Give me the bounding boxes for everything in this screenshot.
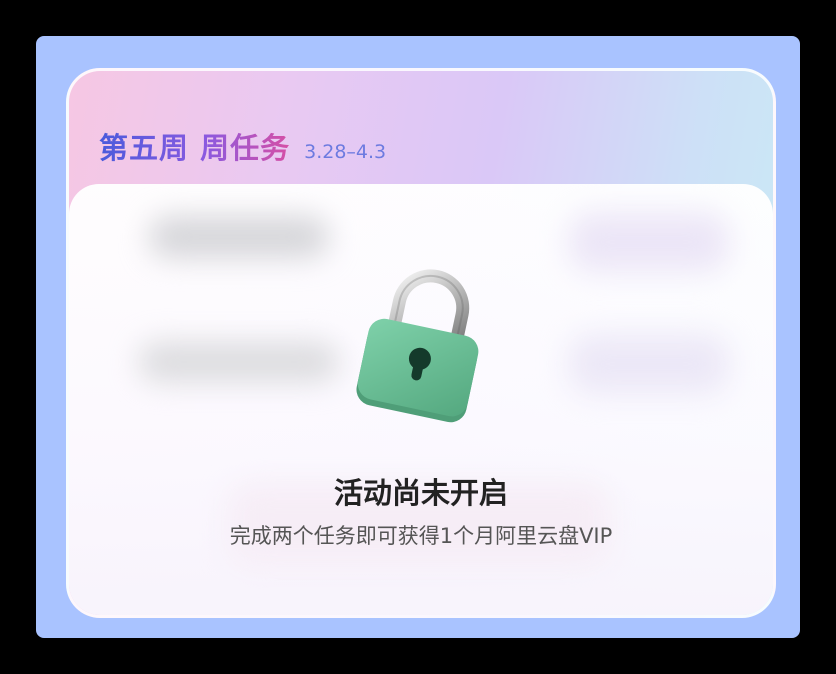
blurred-task-button-1 xyxy=(569,212,729,272)
blurred-task-2 xyxy=(139,342,339,382)
blurred-task-1 xyxy=(149,216,329,258)
locked-heading: 活动尚未开启 xyxy=(333,476,508,510)
week-title: 第五周 周任务 xyxy=(99,125,290,167)
task-panel: 活动尚未开启 完成两个任务即可获得1个月阿里云盘VIP xyxy=(69,184,773,615)
card-header: 第五周 周任务 3.28–4.3 xyxy=(69,71,773,191)
weekly-task-card: 第五周 周任务 3.28–4.3 活动尚未开启 完成两个任务即可获得1个月阿里云… xyxy=(66,68,776,618)
blurred-task-button-2 xyxy=(569,334,729,394)
lock-icon xyxy=(356,269,479,423)
date-range: 3.28–4.3 xyxy=(304,141,387,163)
title-row: 第五周 周任务 3.28–4.3 xyxy=(99,125,386,167)
popup-frame: 第五周 周任务 3.28–4.3 活动尚未开启 完成两个任务即可获得1个月阿里云… xyxy=(36,36,800,638)
locked-description: 完成两个任务即可获得1个月阿里云盘VIP xyxy=(229,524,613,548)
